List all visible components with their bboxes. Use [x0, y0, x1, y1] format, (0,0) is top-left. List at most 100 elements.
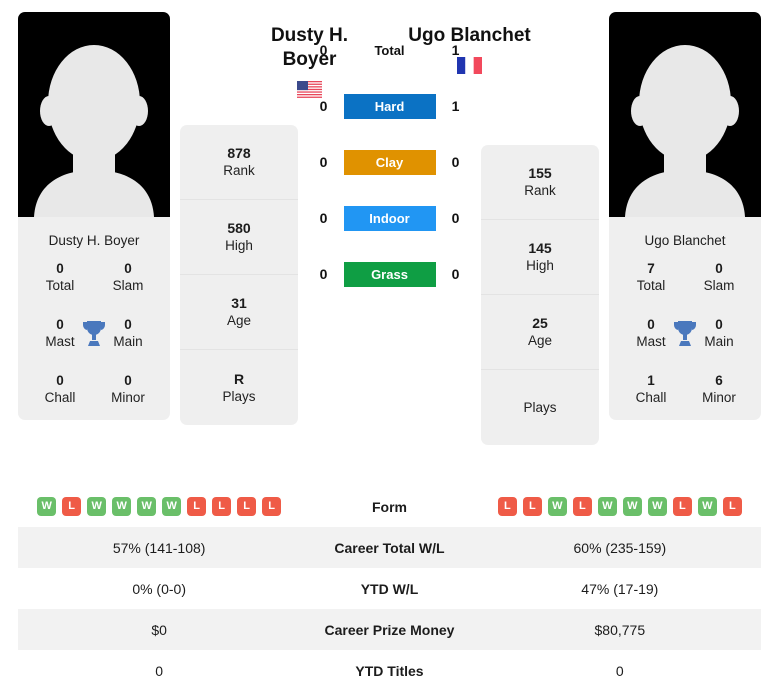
comparison-table: WLWWWWLLLL Form LLWLWWWLWL 57% (141-108)…	[18, 486, 761, 691]
left-value: 0% (0-0)	[132, 580, 186, 597]
player-silhouette-icon	[625, 45, 745, 217]
table-row: 0 YTD Titles 0	[18, 650, 761, 691]
left-flag-wrap	[230, 80, 390, 98]
form-badge-l: L	[262, 497, 282, 516]
rank-value: 31	[231, 295, 247, 312]
rank-cell: R Plays	[180, 350, 298, 425]
title-stat: 0 Chall	[26, 373, 94, 407]
right-rank-card: 155 Rank 145 High 25 Age Plays	[481, 145, 599, 445]
form-badge-w: W	[622, 497, 642, 516]
left-player-avatar	[18, 12, 170, 217]
title-stat: 0 Total	[26, 261, 94, 295]
form-badge-l: L	[187, 497, 207, 516]
table-row: 57% (141-108) Career Total W/L 60% (235-…	[18, 527, 761, 568]
title-stat: 0 Minor	[94, 373, 162, 407]
fr-flag-icon	[457, 56, 482, 74]
table-row: $0 Career Prize Money $80,775	[18, 609, 761, 650]
row-label: Form	[371, 498, 407, 515]
trophy-icon	[82, 320, 106, 346]
trophy-icon	[673, 320, 697, 346]
right-value: 0	[615, 662, 624, 679]
stat-label: Minor	[702, 389, 736, 405]
left-value: 57% (141-108)	[112, 539, 206, 556]
left-name-line2: Boyer	[282, 48, 337, 70]
rank-value: 25	[532, 315, 548, 332]
right-score: 1	[451, 98, 460, 114]
title-stat: 7 Total	[617, 261, 685, 295]
form-badge-w: W	[647, 497, 667, 516]
left-score: 0	[319, 266, 328, 282]
left-value: $0	[151, 621, 167, 638]
left-player-card-name: Dusty H. Boyer	[48, 233, 140, 248]
rank-cell: 145 High	[481, 220, 599, 295]
form-badge-w: W	[112, 497, 132, 516]
form-badge-w: W	[162, 497, 182, 516]
left-score: 0	[319, 154, 328, 170]
stat-value: 1	[647, 372, 655, 388]
right-player-card: Ugo Blanchet 7 Total 0 Slam 0 Mast 0 Mai…	[609, 217, 761, 421]
table-row-form: WLWWWWLLLL Form LLWLWWWLWL	[18, 486, 761, 527]
right-player-panel: Ugo Blanchet 7 Total 0 Slam 0 Mast 0 Mai…	[609, 12, 761, 421]
stat-label: Slam	[112, 278, 144, 294]
form-badge-w: W	[597, 497, 617, 516]
left-rank-card: 878 Rank 580 High 31 Age R Plays	[180, 125, 298, 425]
rank-label: Rank	[524, 183, 556, 199]
surface-row-grass: 0 Grass 0	[298, 246, 481, 302]
form-badge-l: L	[62, 497, 82, 516]
stat-label: Total	[45, 278, 75, 294]
rank-value: R	[233, 370, 245, 387]
stat-value: 6	[715, 372, 723, 388]
form-badge-w: W	[137, 497, 157, 516]
form-badge-l: L	[497, 497, 517, 516]
rank-value: 145	[528, 240, 552, 257]
title-stat: 6 Minor	[685, 373, 753, 407]
left-titles-grid: 0 Total 0 Slam 0 Mast 0 Main 0 Chall 0 M…	[26, 261, 162, 406]
right-score: 0	[451, 266, 460, 282]
form-badge-w: W	[37, 497, 57, 516]
rank-label: High	[225, 238, 253, 254]
form-badge-l: L	[212, 497, 232, 516]
head-to-head-comparison: Dusty H. Boyer 0 Total 0 Slam 0 Mast 0 M…	[0, 0, 779, 699]
surface-pill-clay: Clay	[343, 149, 436, 175]
rank-label: Age	[527, 333, 553, 349]
left-player-panel: Dusty H. Boyer 0 Total 0 Slam 0 Mast 0 M…	[18, 12, 170, 421]
rank-label: Plays	[523, 399, 557, 415]
row-label: Career Prize Money	[324, 621, 455, 638]
right-flag-wrap	[390, 56, 550, 74]
stat-value: 0	[715, 261, 723, 277]
stat-label: Chall	[635, 389, 667, 405]
title-stat: 0 Slam	[685, 261, 753, 295]
rank-value: 155	[528, 165, 552, 182]
stat-value: 0	[124, 261, 132, 277]
stat-label: Chall	[44, 389, 76, 405]
rank-cell: 878 Rank	[180, 125, 298, 200]
left-player-card: Dusty H. Boyer 0 Total 0 Slam 0 Mast 0 M…	[18, 217, 170, 421]
form-badge-l: L	[522, 497, 542, 516]
player-silhouette-icon	[34, 45, 154, 217]
right-score: 0	[451, 154, 460, 170]
form-badge-l: L	[672, 497, 692, 516]
rank-cell: 580 High	[180, 200, 298, 275]
form-badge-l: L	[237, 497, 257, 516]
left-score: 0	[319, 210, 328, 226]
right-value: $80,775	[594, 621, 646, 638]
right-value: 60% (235-159)	[573, 539, 667, 556]
form-badge-l: L	[572, 497, 592, 516]
stat-value: 0	[56, 372, 64, 388]
right-player-name[interactable]: Ugo Blanchet	[390, 24, 550, 48]
rank-label: Rank	[223, 163, 255, 179]
form-badge-w: W	[87, 497, 107, 516]
left-player-name[interactable]: Dusty H. Boyer	[230, 24, 390, 72]
rank-label: High	[526, 258, 554, 274]
stat-value: 7	[647, 261, 655, 277]
stat-label: Total	[636, 278, 666, 294]
row-label: YTD Titles	[355, 662, 424, 679]
row-label: YTD W/L	[360, 580, 419, 597]
left-name-line1: Dusty H.	[270, 25, 349, 46]
surface-pill-grass: Grass	[343, 261, 436, 287]
left-form-badges: WLWWWWLLLL	[18, 486, 300, 527]
surface-row-indoor: 0 Indoor 0	[298, 190, 481, 246]
table-row: 0% (0-0) YTD W/L 47% (17-19)	[18, 568, 761, 609]
stat-label: Minor	[111, 389, 145, 405]
right-player-card-name: Ugo Blanchet	[644, 233, 726, 248]
